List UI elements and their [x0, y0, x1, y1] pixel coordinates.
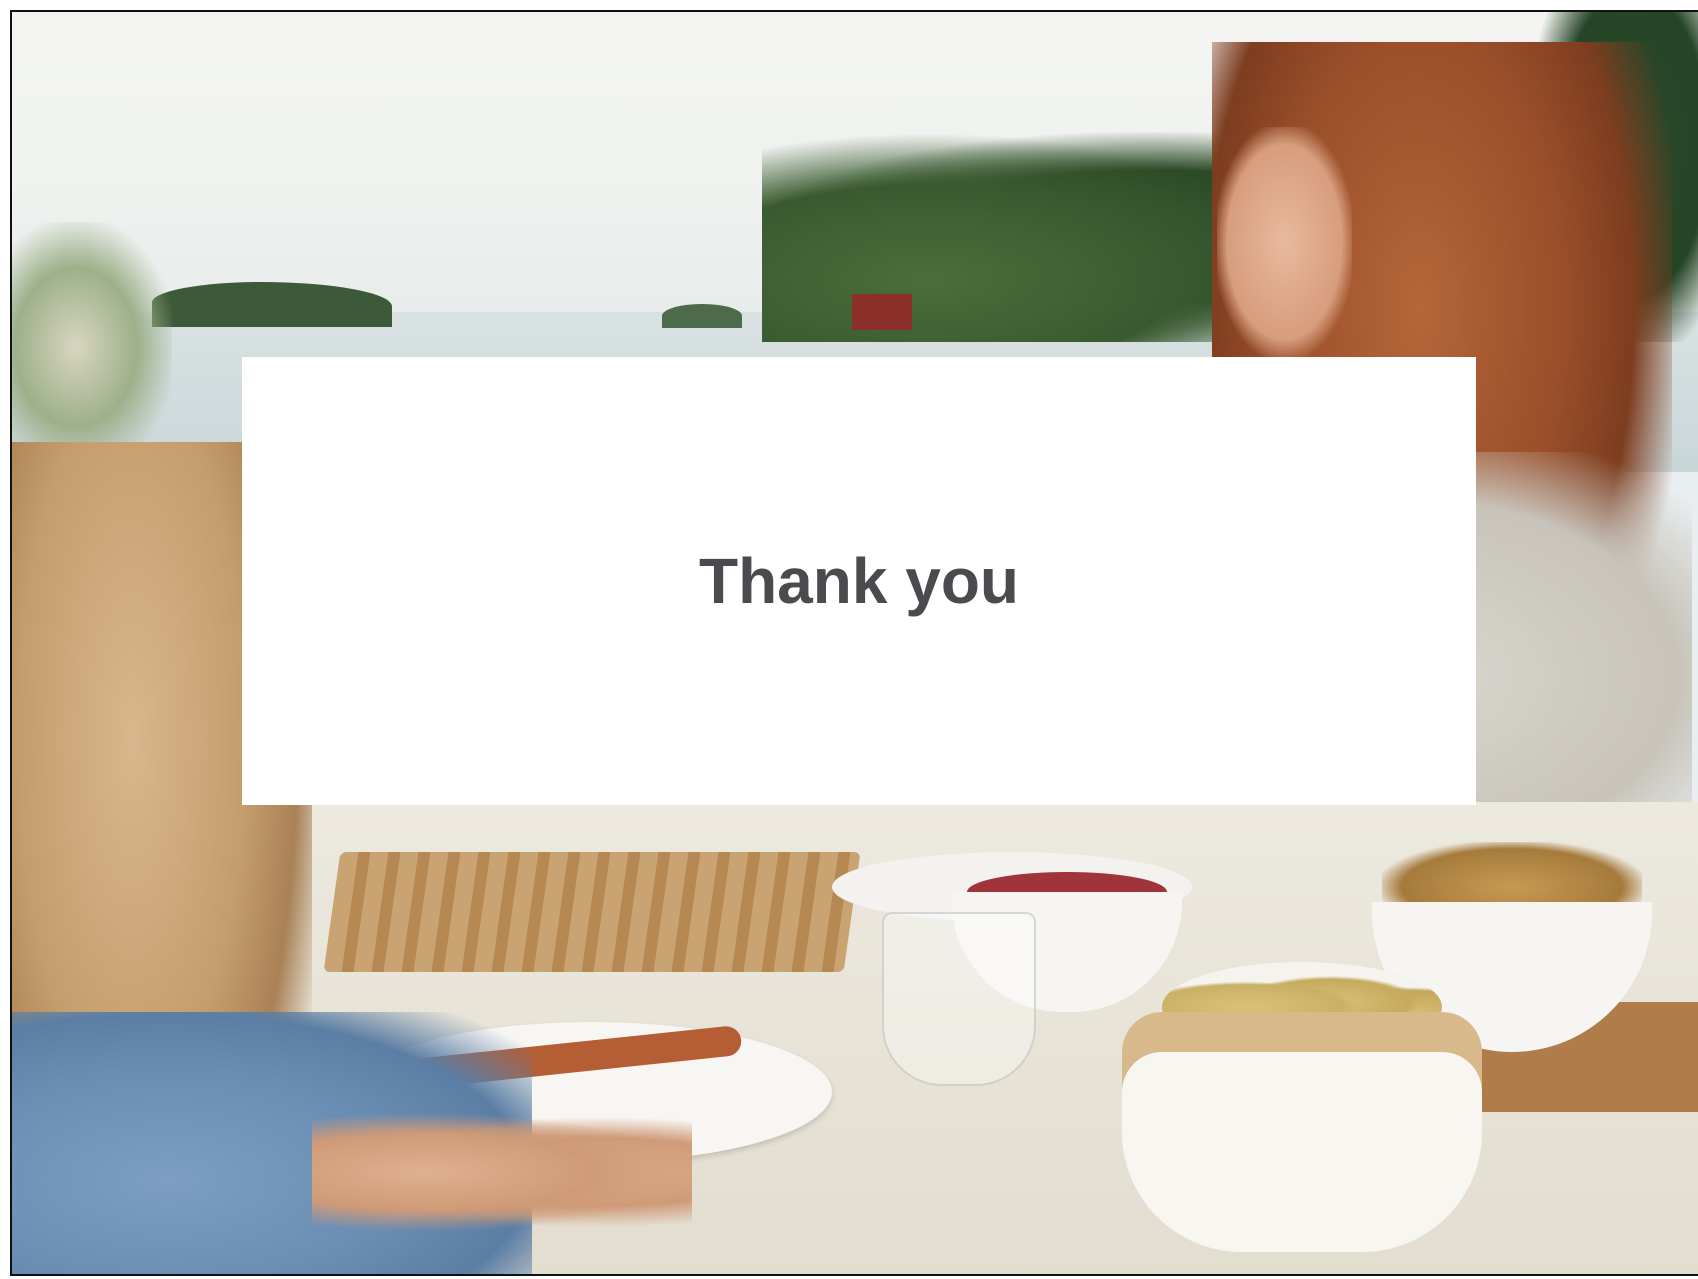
slide-title: Thank you	[698, 545, 1020, 617]
title-box: Thank you	[242, 357, 1476, 805]
photo-far-shore	[152, 282, 392, 327]
photo-cutting-board	[323, 852, 861, 972]
photo-woman-face	[1217, 127, 1352, 357]
photo-island	[662, 304, 742, 328]
slide: Thank you	[10, 10, 1698, 1276]
photo-hands	[312, 1112, 692, 1232]
photo-glass	[882, 912, 1036, 1086]
photo-pot	[1122, 1012, 1482, 1252]
photo-red-house	[852, 294, 912, 330]
photo-plant	[12, 222, 172, 472]
